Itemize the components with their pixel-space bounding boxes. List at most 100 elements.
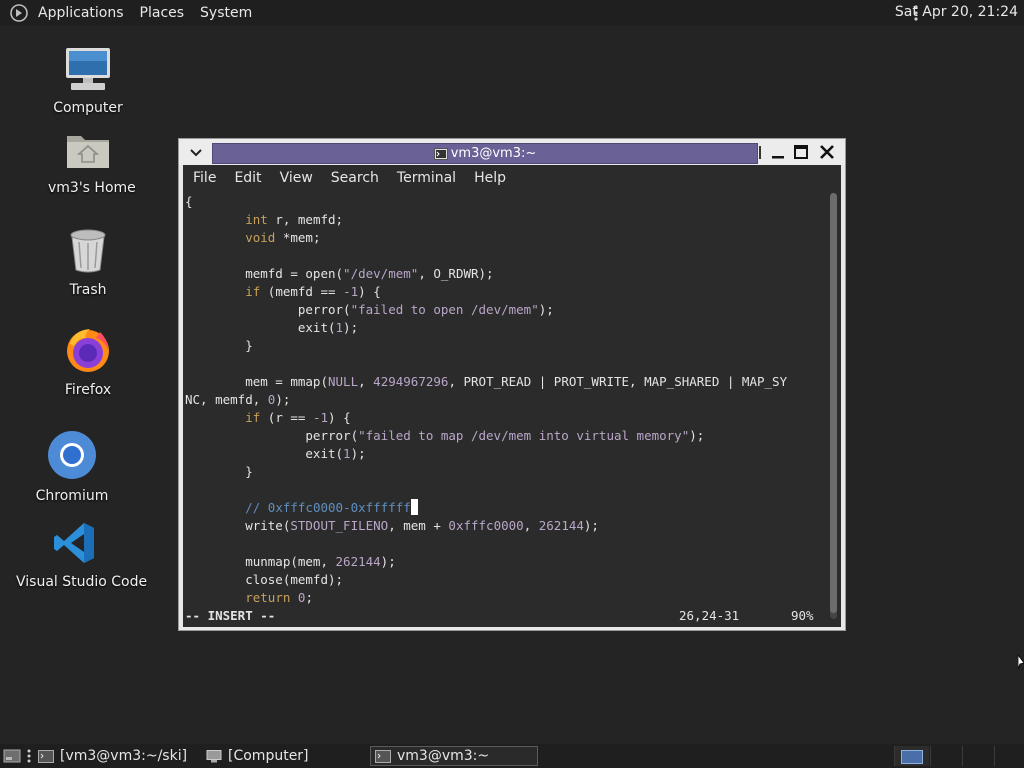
minimize-icon[interactable] bbox=[770, 144, 786, 160]
code-token: 1 bbox=[335, 320, 344, 335]
distro-logo-icon[interactable] bbox=[10, 4, 28, 22]
code-token: *mem; bbox=[275, 230, 321, 245]
menu-edit[interactable]: Edit bbox=[224, 170, 269, 186]
terminal-scrollbar[interactable] bbox=[830, 193, 837, 619]
workspace-1[interactable] bbox=[894, 746, 929, 766]
window-title: vm3@vm3:~ bbox=[450, 146, 537, 161]
window-menu-chevron-icon[interactable] bbox=[188, 144, 204, 160]
desktop-icon-label: Chromium bbox=[35, 488, 109, 504]
menu-file[interactable]: File bbox=[183, 170, 224, 186]
code-token: NULL bbox=[328, 374, 359, 389]
show-desktop-icon[interactable] bbox=[3, 748, 21, 764]
code-line: } bbox=[185, 463, 253, 481]
code-token: ); bbox=[343, 320, 359, 335]
menu-search[interactable]: Search bbox=[321, 170, 387, 186]
taskbar-item-terminal-active[interactable]: vm3@vm3:~ bbox=[370, 746, 538, 766]
terminal-content[interactable]: { int r, memfd; void *mem; memfd = open(… bbox=[183, 191, 841, 627]
code-token: ); bbox=[350, 446, 366, 461]
firefox-icon bbox=[67, 329, 109, 372]
taskbar-item-terminal-ski[interactable]: [vm3@vm3:~/ski] bbox=[38, 746, 200, 766]
code-token: } bbox=[185, 464, 253, 479]
code-token: mem = mmap( bbox=[185, 374, 328, 389]
taskbar-item-label: vm3@vm3:~ bbox=[397, 748, 490, 764]
code-token: , O_RDWR); bbox=[418, 266, 494, 281]
status-mode: -- INSERT -- bbox=[185, 608, 276, 623]
code-token: if bbox=[245, 284, 261, 299]
code-token: // 0xfffc0000-0xffffff bbox=[245, 500, 411, 515]
desktop-icon-label: Visual Studio Code bbox=[16, 574, 148, 590]
status-percent: 90% bbox=[791, 608, 814, 623]
desktop-icon-computer[interactable]: Computer bbox=[48, 46, 128, 116]
workspace-window-thumb bbox=[901, 750, 923, 764]
system-menu[interactable]: System bbox=[192, 5, 260, 21]
code-token: , mem + bbox=[388, 518, 449, 533]
desktop-icon-chromium[interactable]: Chromium bbox=[32, 430, 112, 504]
code-token: ); bbox=[583, 518, 599, 533]
code-token: (r == bbox=[260, 410, 313, 425]
places-menu[interactable]: Places bbox=[132, 5, 193, 21]
code-token: "failed to map /dev/mem into virtual mem… bbox=[358, 428, 690, 443]
menu-terminal[interactable]: Terminal bbox=[387, 170, 464, 186]
menu-help[interactable]: Help bbox=[464, 170, 514, 186]
code-token: write( bbox=[185, 518, 291, 533]
code-line: perror("failed to open /dev/mem"); bbox=[185, 301, 554, 319]
window-titlebar[interactable]: vm3@vm3:~ bbox=[179, 139, 845, 165]
code-line: exit(1); bbox=[185, 319, 358, 337]
desktop-icon-label: Firefox bbox=[64, 382, 112, 398]
desktop-icon-vscode[interactable]: Visual Studio Code bbox=[16, 520, 148, 590]
desktop-icon-label: Trash bbox=[69, 282, 107, 298]
code-token: 1 bbox=[343, 446, 351, 461]
workspace-3[interactable] bbox=[962, 746, 993, 766]
code-token: , bbox=[358, 374, 374, 389]
maximize-icon[interactable] bbox=[793, 144, 809, 160]
code-token: { bbox=[185, 194, 193, 209]
terminal-icon bbox=[433, 147, 448, 160]
status-position: 26,24-31 bbox=[679, 608, 740, 623]
code-line: munmap(mem, 262144); bbox=[185, 553, 396, 571]
close-icon[interactable] bbox=[819, 144, 835, 160]
code-token: perror( bbox=[185, 428, 359, 443]
applications-menu[interactable]: Applications bbox=[30, 5, 132, 21]
code-token: int bbox=[245, 212, 268, 227]
code-line: perror("failed to map /dev/mem into virt… bbox=[185, 427, 704, 445]
code-token: -1 bbox=[312, 410, 329, 425]
code-line: int r, memfd; bbox=[185, 211, 343, 229]
desktop-icon-firefox[interactable]: Firefox bbox=[48, 326, 128, 398]
desktop-icon-home[interactable]: vm3's Home bbox=[48, 128, 136, 196]
code-token: , PROT_READ | PROT_WRITE, MAP_SHARED | M… bbox=[448, 374, 788, 389]
workspace-2[interactable] bbox=[930, 746, 961, 766]
code-token: 262144 bbox=[335, 554, 381, 569]
chromium-icon bbox=[48, 431, 96, 479]
workspace-4[interactable] bbox=[994, 746, 1023, 766]
scrollbar-thumb[interactable] bbox=[830, 193, 837, 613]
desktop-icon-trash[interactable]: Trash bbox=[48, 228, 128, 298]
code-token: ) { bbox=[328, 410, 351, 425]
code-token: "/dev/mem" bbox=[343, 266, 419, 281]
code-line: } bbox=[185, 337, 253, 355]
taskbar-item-computer[interactable]: [Computer] bbox=[206, 746, 366, 766]
code-token: ) { bbox=[358, 284, 381, 299]
window-title-area[interactable]: vm3@vm3:~ bbox=[212, 143, 758, 164]
desktop-icon-label: vm3's Home bbox=[48, 180, 136, 196]
mouse-pointer-icon bbox=[1018, 655, 1024, 670]
code-token: -1 bbox=[343, 284, 359, 299]
code-token: r, memfd; bbox=[267, 212, 344, 227]
code-line: write(STDOUT_FILENO, mem + 0xfffc0000, 2… bbox=[185, 517, 599, 535]
code-token: exit( bbox=[185, 446, 344, 461]
code-token: ); bbox=[538, 302, 554, 317]
code-token: exit( bbox=[185, 320, 336, 335]
computer-icon bbox=[66, 48, 110, 90]
code-token: STDOUT_FILENO bbox=[290, 518, 389, 533]
code-token: ); bbox=[689, 428, 705, 443]
code-token: (memfd == bbox=[260, 284, 344, 299]
clock[interactable]: Sat Apr 20, 21:24 bbox=[895, 4, 1018, 20]
menu-view[interactable]: View bbox=[270, 170, 321, 186]
code-token: munmap(mem, bbox=[185, 554, 336, 569]
code-token: perror( bbox=[185, 302, 351, 317]
